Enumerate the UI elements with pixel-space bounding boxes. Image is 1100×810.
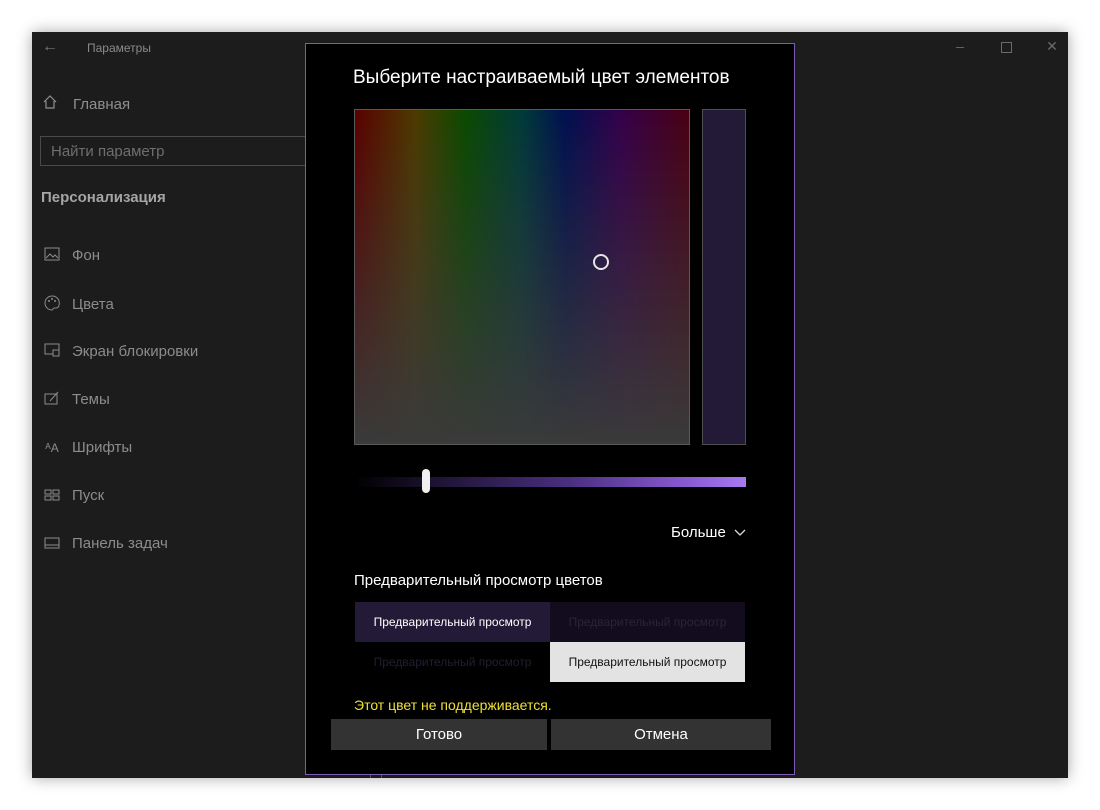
maximize-icon <box>1000 42 1012 53</box>
sidebar-item-start[interactable]: Пуск <box>41 487 104 504</box>
preview-cell-light: Предварительный просмотр <box>550 642 745 682</box>
sidebar-item-colors[interactable]: Цвета <box>41 295 114 314</box>
cancel-button[interactable]: Отмена <box>551 719 771 750</box>
taskbar-icon <box>41 536 63 552</box>
preview-cell-accent-dark-text: Предварительный просмотр <box>355 602 550 642</box>
done-button[interactable]: Готово <box>331 719 547 750</box>
sidebar-item-home[interactable]: Главная <box>42 94 130 114</box>
brightness-slider[interactable] <box>354 477 746 487</box>
minimize-button[interactable]: – <box>950 38 970 54</box>
dialog-title: Выберите настраиваемый цвет элементов <box>353 67 730 88</box>
color-spectrum[interactable] <box>354 109 690 445</box>
themes-icon <box>41 391 63 408</box>
sidebar-item-label: Пуск <box>72 487 105 504</box>
search-input[interactable] <box>40 136 340 166</box>
more-label: Больше <box>671 524 726 541</box>
image-icon <box>41 247 63 264</box>
palette-icon <box>41 295 63 314</box>
sidebar-item-label: Шрифты <box>72 439 133 456</box>
custom-color-dialog: Выберите настраиваемый цвет элементов Бо… <box>305 43 795 775</box>
sidebar-item-label: Цвета <box>72 296 114 313</box>
sidebar-item-background[interactable]: Фон <box>41 247 100 264</box>
home-icon <box>42 94 64 114</box>
selected-color-swatch <box>702 109 746 445</box>
close-button[interactable]: ✕ <box>1042 38 1062 55</box>
sidebar-item-lock-screen[interactable]: Экран блокировки <box>41 343 198 360</box>
section-title: Персонализация <box>41 189 166 206</box>
back-arrow-icon[interactable]: ← <box>42 38 58 56</box>
preview-cell-accent-light: Предварительный просмотр <box>550 602 745 642</box>
sidebar-item-fonts[interactable]: ᴬA Шрифты <box>41 439 132 456</box>
sidebar-item-taskbar[interactable]: Панель задач <box>41 535 168 552</box>
lock-screen-icon <box>41 343 63 360</box>
brightness-slider-thumb[interactable] <box>422 469 430 493</box>
preview-cell-dark: Предварительный просмотр <box>355 642 550 682</box>
preview-heading: Предварительный просмотр цветов <box>354 572 603 589</box>
start-icon <box>41 488 63 504</box>
app-title: Параметры <box>87 41 151 55</box>
sidebar-item-label: Фон <box>72 247 101 264</box>
sidebar-item-label: Главная <box>73 95 131 113</box>
sidebar-item-themes[interactable]: Темы <box>41 391 110 408</box>
sidebar-item-label: Темы <box>72 391 110 408</box>
more-button[interactable]: Больше <box>671 524 746 541</box>
chevron-down-icon <box>734 526 746 540</box>
fonts-icon: ᴬA <box>45 440 59 455</box>
maximize-button[interactable] <box>996 38 1016 56</box>
color-picker-handle[interactable] <box>593 254 609 270</box>
sidebar-item-label: Экран блокировки <box>72 343 199 360</box>
unsupported-color-warning: Этот цвет не поддерживается. <box>354 697 552 713</box>
sidebar-item-label: Панель задач <box>72 535 168 552</box>
